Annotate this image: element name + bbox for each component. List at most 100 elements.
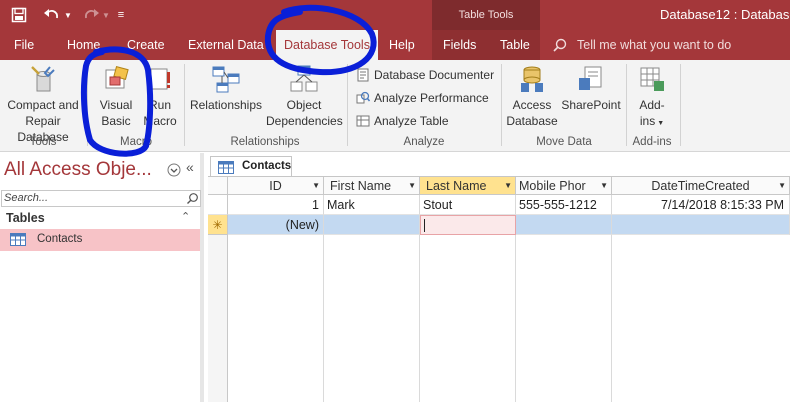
- relationships-button[interactable]: Relationships: [187, 64, 265, 113]
- search-input[interactable]: Search...: [1, 190, 201, 207]
- analyze-table-button[interactable]: Analyze Table: [356, 111, 449, 131]
- group-label-macro: Macro: [120, 136, 152, 148]
- group-divider: [680, 64, 681, 146]
- new-record-datetimecreated-cell[interactable]: [612, 215, 790, 235]
- new-record-mobile-cell[interactable]: [516, 215, 612, 235]
- add-ins-label-2-text: ins: [639, 114, 656, 128]
- nav-group-tables[interactable]: Tables ⌃: [0, 209, 200, 229]
- collapse-pane-icon[interactable]: «: [186, 159, 194, 175]
- tell-me-input[interactable]: Tell me what you want to do: [577, 30, 731, 60]
- table-cell-mobile[interactable]: 555-555-1212: [516, 195, 612, 215]
- run-macro-button[interactable]: Run Macro: [140, 64, 180, 129]
- nav-group-label: Tables: [6, 211, 45, 225]
- visual-basic-button[interactable]: Visual Basic: [92, 64, 140, 129]
- collapse-group-icon[interactable]: ⌃: [181, 210, 190, 223]
- save-icon[interactable]: [6, 0, 32, 30]
- group-divider: [87, 64, 88, 146]
- chevron-down-icon: ▼: [657, 120, 665, 127]
- nav-menu-dropdown-icon[interactable]: [167, 163, 181, 180]
- new-record-id-cell[interactable]: (New): [228, 215, 324, 235]
- visual-basic-label-2: Basic: [101, 114, 131, 128]
- add-ins-button[interactable]: Add- ins ▼: [632, 64, 672, 132]
- column-header-label: ID: [269, 179, 282, 193]
- row-selector-empty: [208, 235, 228, 402]
- group-divider: [184, 64, 185, 146]
- undo-dropdown-icon[interactable]: ▼: [62, 0, 74, 30]
- redo-icon[interactable]: [80, 0, 102, 30]
- new-record-first-name-cell[interactable]: [324, 215, 420, 235]
- access-database-label-1: Access: [512, 98, 552, 112]
- table-cell-datetimecreated[interactable]: 7/14/2018 8:15:33 PM: [612, 195, 790, 215]
- customize-qat-icon[interactable]: ≡: [114, 0, 128, 30]
- access-database-button[interactable]: Access Database: [504, 64, 560, 129]
- row-selector[interactable]: [208, 195, 228, 215]
- text-cursor: [424, 219, 425, 232]
- add-ins-label-2: ins ▼: [632, 113, 672, 132]
- object-dependencies-label-1: Object: [286, 98, 322, 112]
- group-label-add-ins: Add-ins: [632, 136, 672, 148]
- table-icon: [218, 161, 234, 177]
- column-header-label: Mobile Phor: [519, 179, 586, 193]
- tab-database-tools[interactable]: Database Tools: [276, 30, 378, 60]
- table-cell-first-name[interactable]: Mark: [324, 195, 420, 215]
- database-documenter-button[interactable]: Database Documenter: [356, 65, 494, 85]
- title-bar: ▼ ▼ ≡ Table Tools Database12 : Database-…: [0, 0, 790, 30]
- tab-create[interactable]: Create: [127, 30, 165, 60]
- run-macro-icon: [145, 64, 175, 94]
- column-filter-dropdown-icon[interactable]: ▼: [600, 177, 608, 194]
- sharepoint-icon: [576, 64, 606, 94]
- compact-repair-icon: [28, 64, 58, 94]
- group-label-tools: Tools: [29, 136, 57, 148]
- group-divider: [626, 64, 627, 146]
- object-dependencies-icon: [289, 64, 319, 94]
- column-gridline: [324, 235, 420, 402]
- column-filter-dropdown-icon[interactable]: ▼: [408, 177, 416, 194]
- column-filter-dropdown-icon[interactable]: ▼: [778, 177, 786, 194]
- tab-help[interactable]: Help: [389, 30, 415, 60]
- group-label-relationships: Relationships: [230, 136, 300, 148]
- add-ins-icon: [637, 64, 667, 94]
- tab-external-data[interactable]: External Data: [188, 30, 264, 60]
- tab-contacts-document[interactable]: Contacts: [210, 156, 292, 177]
- column-header-mobile-phone[interactable]: Mobile Phor ▼: [516, 177, 612, 195]
- tab-home[interactable]: Home: [67, 30, 100, 60]
- object-dependencies-button[interactable]: Object Dependencies: [266, 64, 343, 129]
- select-all-corner[interactable]: [208, 177, 228, 195]
- nav-pane-title[interactable]: All Access Obje...: [4, 159, 152, 181]
- sharepoint-button[interactable]: SharePoint: [560, 64, 622, 113]
- column-header-label: First Name: [330, 179, 392, 193]
- column-filter-dropdown-icon[interactable]: ▼: [504, 177, 512, 194]
- undo-icon[interactable]: [40, 0, 64, 30]
- nav-item-contacts[interactable]: Contacts: [0, 229, 200, 251]
- run-macro-label-1: Run: [148, 98, 171, 112]
- column-header-datetimecreated[interactable]: DateTimeCreated ▼: [612, 177, 790, 195]
- run-macro-label-2: Macro: [143, 114, 177, 128]
- table-cell-id[interactable]: 1: [228, 195, 324, 215]
- table-cell-last-name[interactable]: Stout: [420, 195, 516, 215]
- column-header-id[interactable]: ID ▼: [228, 177, 324, 195]
- tab-fields[interactable]: Fields: [443, 30, 476, 60]
- database-documenter-icon: [356, 68, 370, 82]
- redo-dropdown-icon[interactable]: ▼: [101, 0, 111, 30]
- group-divider: [501, 64, 502, 146]
- new-record-marker[interactable]: ✳: [208, 215, 228, 235]
- search-icon[interactable]: [186, 192, 199, 208]
- nav-item-label: Contacts: [37, 233, 83, 245]
- column-gridline: [420, 235, 516, 402]
- column-header-last-name[interactable]: Last Name ▼: [420, 177, 516, 195]
- search-icon[interactable]: [553, 38, 567, 55]
- active-edit-cell[interactable]: [420, 215, 516, 235]
- context-tab-group-title: Table Tools: [432, 0, 540, 30]
- tab-file[interactable]: File: [14, 30, 34, 60]
- analyze-performance-icon: [356, 91, 371, 105]
- analyze-performance-button[interactable]: Analyze Performance: [356, 88, 489, 108]
- access-database-label-2: Database: [506, 114, 558, 128]
- column-filter-dropdown-icon[interactable]: ▼: [312, 177, 320, 194]
- table-icon: [10, 233, 26, 249]
- window-title: Database12 : Database- C: [660, 7, 790, 22]
- column-header-first-name[interactable]: First Name ▼: [324, 177, 420, 195]
- tab-table[interactable]: Table: [500, 30, 530, 60]
- add-ins-label-1: Add-: [639, 98, 665, 112]
- analyze-table-label: Analyze Table: [374, 114, 449, 128]
- compact-repair-button[interactable]: Compact and Repair Database: [0, 64, 86, 145]
